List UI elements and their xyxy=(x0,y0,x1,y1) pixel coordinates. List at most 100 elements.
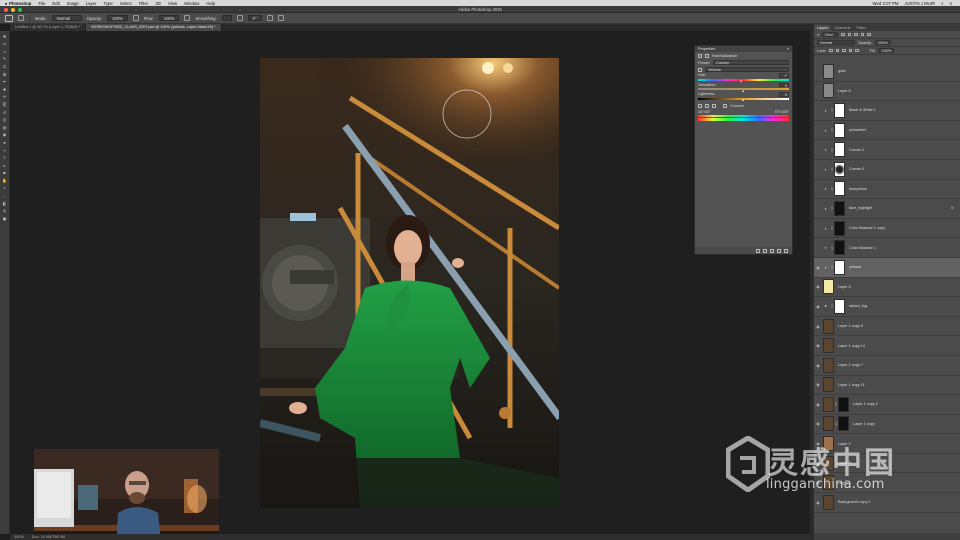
brush-preset-icon[interactable] xyxy=(5,14,13,22)
adjustment-layer-icon[interactable]: ◐ xyxy=(822,186,830,191)
flow-field[interactable]: 100% xyxy=(158,15,180,21)
layer-mask-thumbnail[interactable] xyxy=(834,161,845,177)
layer-mask-thumbnail[interactable] xyxy=(838,396,849,412)
layer-row[interactable]: ◉ Layer 2 xyxy=(814,434,960,454)
eyedropper-tool-icon[interactable]: ✒ xyxy=(2,79,8,84)
adjustment-layer-icon[interactable]: ◐ xyxy=(822,245,830,250)
layers-tab-paths[interactable]: Paths xyxy=(853,25,869,31)
layer-row[interactable]: grain xyxy=(814,62,960,82)
menu-list-icon[interactable]: ≡ xyxy=(949,1,952,6)
menu-item-image[interactable]: Image xyxy=(67,1,79,6)
lightness-value[interactable]: 0 xyxy=(779,92,789,97)
opacity-field[interactable]: 100% xyxy=(107,15,128,21)
layer-name[interactable]: Layer 3 xyxy=(838,461,851,465)
layer-visibility-eye-icon[interactable]: ◉ xyxy=(814,382,822,387)
color-range-bar-bottom[interactable] xyxy=(698,118,789,121)
layer-thumbnail[interactable] xyxy=(823,396,834,412)
adjustment-layer-icon[interactable]: ◐ xyxy=(822,167,830,172)
mask-icon[interactable] xyxy=(705,53,709,58)
filter-shape-icon[interactable] xyxy=(860,32,865,37)
target-adjust-icon[interactable] xyxy=(698,67,702,72)
document-canvas-image[interactable] xyxy=(260,58,559,508)
layer-row[interactable]: ◉ ▸ § added_fog xyxy=(814,297,960,317)
layer-visibility-eye-icon[interactable]: ◉ xyxy=(814,500,822,505)
layer-effects-icon[interactable]: fx xyxy=(951,206,954,210)
layer-name[interactable]: Curves 2 xyxy=(849,148,864,152)
layer-visibility-eye-icon[interactable]: ◉ xyxy=(814,363,822,368)
saturation-slider[interactable] xyxy=(698,88,789,92)
layer-name[interactable]: grain xyxy=(838,69,846,73)
dodge-tool-icon[interactable]: ● xyxy=(2,140,8,145)
clip-to-layer-icon[interactable] xyxy=(756,248,760,253)
gradient-tool-icon[interactable]: ▤ xyxy=(2,125,8,130)
lasso-tool-icon[interactable]: ↄ xyxy=(2,49,8,54)
layer-mask-thumbnail[interactable] xyxy=(834,298,845,314)
user-name[interactable]: JUSTIN J MUIR xyxy=(905,1,936,6)
layer-row[interactable]: ◉ Layer 1 copy 8 xyxy=(814,317,960,337)
hue-value[interactable]: -7 xyxy=(779,73,789,78)
layer-row[interactable]: ◉ Background copy 2 xyxy=(814,493,960,513)
filter-smart-object-icon[interactable] xyxy=(867,32,871,37)
document-tab[interactable]: Untitled-1 @ 66.7% (Layer 1, RGB/8) * xyxy=(10,24,87,31)
layer-thumbnail[interactable] xyxy=(823,455,834,471)
blend-mode-dropdown[interactable]: Normal xyxy=(817,40,855,45)
menu-item-3d[interactable]: 3D xyxy=(155,1,161,6)
layer-name[interactable]: Curves 0 xyxy=(849,167,864,171)
filter-search-icon[interactable]: ⌕ xyxy=(817,33,819,37)
smoothing-field[interactable] xyxy=(221,15,232,21)
layer-row[interactable]: ◉ Layer 1 copy 7 xyxy=(814,356,960,376)
adjustment-layer-icon[interactable]: ◐ xyxy=(822,147,830,152)
lightness-slider-thumb[interactable] xyxy=(741,99,744,101)
menu-item-file[interactable]: File xyxy=(38,1,45,6)
layer-name[interactable]: Layer 1 copy 7 xyxy=(838,363,863,367)
menu-item-edit[interactable]: Edit xyxy=(52,1,59,6)
hue-slider[interactable] xyxy=(698,78,789,82)
layer-thumbnail[interactable] xyxy=(823,318,834,334)
zoom-level[interactable]: 100% xyxy=(14,535,24,539)
layer-visibility-eye-icon[interactable]: ◉ xyxy=(814,265,822,270)
clone-stamp-tool-icon[interactable]: ⎘ xyxy=(2,102,8,107)
move-tool-icon[interactable]: ✥ xyxy=(2,34,8,39)
layer-visibility-eye-icon[interactable]: ◉ xyxy=(814,461,822,466)
smoothing-options-icon[interactable] xyxy=(236,15,243,21)
frame-tool-icon[interactable]: ⊠ xyxy=(2,72,8,77)
layer-mask-thumbnail[interactable] xyxy=(834,259,845,275)
menu-item-window[interactable]: Window xyxy=(184,1,199,6)
symmetry-icon[interactable] xyxy=(277,15,284,21)
layer-row[interactable]: ◉ Layer 5 xyxy=(814,278,960,298)
layer-name[interactable]: face_highlight xyxy=(849,206,872,210)
layer-thumbnail[interactable] xyxy=(823,338,834,354)
eraser-tool-icon[interactable]: ◫ xyxy=(2,117,8,122)
filter-type-icon[interactable] xyxy=(854,32,858,37)
layer-thumbnail[interactable] xyxy=(823,63,834,79)
screen-mode-tool-icon[interactable]: ▣ xyxy=(2,216,8,221)
layer-name[interactable]: Layer 5 xyxy=(838,285,851,289)
layer-thumbnail[interactable] xyxy=(823,436,834,452)
layer-visibility-eye-icon[interactable]: ◉ xyxy=(814,343,822,348)
layer-name[interactable]: Layer 1 copy xyxy=(853,422,875,426)
pressure-size-icon[interactable] xyxy=(266,15,273,21)
layer-name[interactable]: blueyellow xyxy=(849,187,867,191)
reset-icon[interactable] xyxy=(770,248,774,253)
layer-thumbnail[interactable] xyxy=(823,416,834,432)
layer-row[interactable]: ◐ § blueyellow xyxy=(814,180,960,200)
layer-name[interactable]: Layer 1 copy 8 xyxy=(838,324,863,328)
layer-name[interactable]: added_fog xyxy=(849,304,867,308)
layer-thumbnail[interactable] xyxy=(823,83,834,99)
layer-name[interactable]: Background copy 2 xyxy=(838,500,871,504)
layer-row[interactable]: ◉ § Layer 1 copy 2 xyxy=(814,395,960,415)
layer-visibility-eye-icon[interactable]: ◉ xyxy=(814,441,822,446)
layer-thumbnail[interactable] xyxy=(823,377,834,393)
layer-visibility-eye-icon[interactable]: ◉ xyxy=(814,480,822,485)
menu-item-select[interactable]: Select xyxy=(120,1,132,6)
layer-name[interactable]: Layer 2 xyxy=(838,442,851,446)
layer-name[interactable]: Layer 1 xyxy=(838,481,851,485)
healing-tool-icon[interactable]: ✚ xyxy=(2,87,8,92)
canvas-area[interactable] xyxy=(10,31,810,534)
layer-name[interactable]: Layer 1 copy 2 xyxy=(853,402,878,406)
zoom-tool-icon[interactable]: ⌕ xyxy=(2,185,8,190)
layer-visibility-eye-icon[interactable]: ◉ xyxy=(814,421,822,426)
layer-name[interactable]: Layer 1 copy 14 xyxy=(838,344,865,348)
layer-row[interactable]: ◐ § Curves 0 xyxy=(814,160,960,180)
hand-tool-icon[interactable]: ✋ xyxy=(2,178,8,183)
